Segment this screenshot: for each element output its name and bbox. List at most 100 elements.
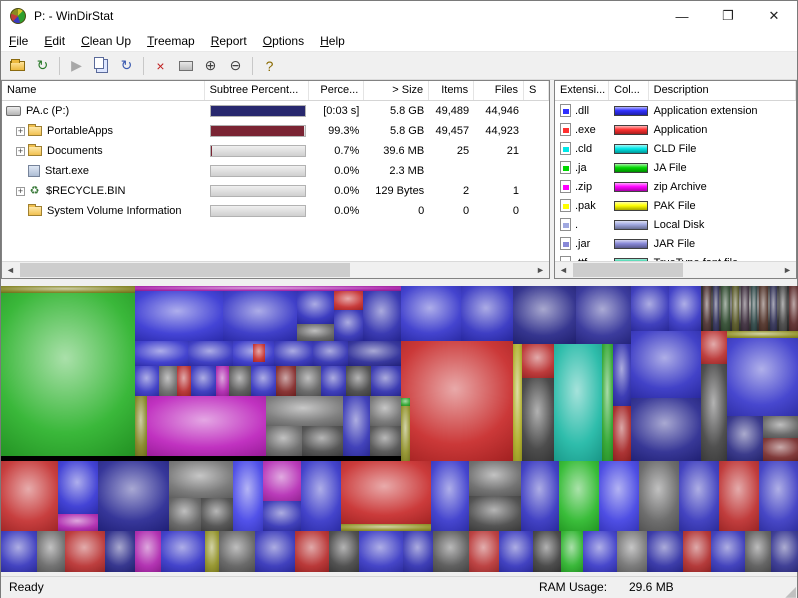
treemap-cell[interactable] bbox=[741, 286, 749, 331]
treemap-cell[interactable] bbox=[639, 461, 679, 531]
tree-header-5[interactable]: Files bbox=[474, 81, 524, 100]
zoom-out-button[interactable]: ⊖ bbox=[223, 54, 248, 78]
treemap-cell[interactable] bbox=[617, 531, 647, 572]
treemap-cell[interactable] bbox=[431, 461, 469, 531]
tree-header-4[interactable]: Items bbox=[429, 81, 474, 100]
treemap-cell[interactable] bbox=[770, 286, 777, 331]
treemap-cell[interactable] bbox=[159, 366, 177, 396]
treemap-cell[interactable] bbox=[363, 291, 401, 341]
treemap-cell[interactable] bbox=[631, 398, 701, 461]
treemap-cell[interactable] bbox=[341, 461, 431, 524]
treemap-cell[interactable] bbox=[732, 286, 739, 331]
treemap-cell[interactable] bbox=[759, 286, 768, 331]
treemap-cell[interactable] bbox=[1, 293, 135, 456]
treemap-cell[interactable] bbox=[513, 286, 576, 344]
treemap-cell[interactable] bbox=[1, 531, 37, 572]
treemap-cell[interactable] bbox=[727, 416, 763, 461]
treemap-cell[interactable] bbox=[701, 364, 727, 461]
treemap-cell[interactable] bbox=[263, 461, 301, 501]
treemap-cell[interactable] bbox=[169, 498, 201, 531]
help-button[interactable]: ? bbox=[257, 54, 282, 78]
scroll-right-icon[interactable]: ► bbox=[532, 262, 549, 278]
treemap-cell[interactable] bbox=[135, 341, 188, 366]
treemap-cell[interactable] bbox=[613, 344, 631, 406]
treemap-cell[interactable] bbox=[370, 426, 401, 456]
treemap-cell[interactable] bbox=[745, 531, 771, 572]
treemap-cell[interactable] bbox=[359, 531, 403, 572]
tree-header-2[interactable]: Perce... bbox=[309, 81, 364, 100]
extension-row[interactable]: .cldCLD File bbox=[555, 139, 796, 158]
treemap-cell[interactable] bbox=[521, 461, 559, 531]
tree-row[interactable]: +♻$RECYCLE.BIN0.0%129 Bytes21 bbox=[2, 181, 549, 201]
scroll-right-icon[interactable]: ► bbox=[779, 262, 796, 278]
treemap-cell[interactable] bbox=[403, 531, 433, 572]
treemap-cell[interactable] bbox=[613, 406, 631, 461]
treemap-cell[interactable] bbox=[647, 531, 683, 572]
treemap-cell[interactable] bbox=[161, 531, 205, 572]
scroll-left-icon[interactable]: ◄ bbox=[555, 262, 572, 278]
treemap-cell[interactable] bbox=[216, 366, 229, 396]
treemap-cell[interactable] bbox=[703, 286, 711, 331]
treemap-cell[interactable] bbox=[295, 531, 329, 572]
treemap-cell[interactable] bbox=[461, 286, 513, 341]
treemap-cell[interactable] bbox=[469, 461, 521, 496]
treemap-cell[interactable] bbox=[296, 366, 321, 396]
menu-item-file[interactable]: File bbox=[1, 31, 36, 52]
treemap-cell[interactable] bbox=[313, 341, 348, 366]
treemap-cell[interactable] bbox=[58, 514, 98, 531]
treemap-cell[interactable] bbox=[255, 531, 295, 572]
tree-header-6[interactable]: S bbox=[524, 81, 549, 100]
expander-icon[interactable]: + bbox=[16, 147, 25, 156]
treemap-cell[interactable] bbox=[201, 498, 233, 531]
treemap-cell[interactable] bbox=[554, 344, 602, 461]
treemap-cell[interactable] bbox=[522, 344, 554, 378]
resize-grip[interactable]: ◢ bbox=[785, 584, 796, 598]
treemap-cell[interactable] bbox=[683, 531, 711, 572]
ext-header-0[interactable]: Extensi... bbox=[555, 81, 609, 100]
treemap-cell[interactable] bbox=[559, 461, 599, 531]
treemap-cell[interactable] bbox=[469, 496, 521, 531]
treemap-cell[interactable] bbox=[266, 396, 343, 426]
treemap-cell[interactable] bbox=[223, 291, 297, 341]
treemap-cell[interactable] bbox=[1, 461, 58, 531]
refresh-selected-button[interactable]: ↻ bbox=[114, 54, 139, 78]
treemap-cell[interactable] bbox=[147, 396, 266, 456]
treemap-cell[interactable] bbox=[58, 461, 98, 514]
treemap-cell[interactable] bbox=[721, 286, 730, 331]
treemap-cell[interactable] bbox=[759, 461, 798, 531]
extension-row[interactable]: .dllApplication extension bbox=[555, 101, 796, 120]
treemap-cell[interactable] bbox=[789, 286, 798, 331]
expander-icon[interactable]: + bbox=[16, 127, 25, 136]
treemap-cell[interactable] bbox=[191, 366, 216, 396]
tree-row[interactable]: +Documents0.7%39.6 MB2521 bbox=[2, 141, 549, 161]
tree-header-1[interactable]: Subtree Percent... bbox=[205, 81, 310, 100]
ext-header-1[interactable]: Col... bbox=[609, 81, 648, 100]
treemap-cell[interactable] bbox=[343, 396, 370, 456]
treemap-cell[interactable] bbox=[469, 531, 499, 572]
treemap-cell[interactable] bbox=[341, 524, 431, 531]
treemap-cell[interactable] bbox=[763, 416, 798, 438]
treemap-cell[interactable] bbox=[219, 531, 255, 572]
treemap-cell[interactable] bbox=[631, 331, 701, 398]
menu-item-options[interactable]: Options bbox=[255, 31, 312, 52]
menu-item-treemap[interactable]: Treemap bbox=[139, 31, 203, 52]
close-button[interactable]: ✕ bbox=[751, 1, 797, 31]
treemap-cell[interactable] bbox=[334, 291, 363, 310]
treemap-cell[interactable] bbox=[334, 310, 363, 341]
treemap-cell[interactable] bbox=[169, 461, 233, 498]
tree-row[interactable]: +PortableApps99.3%5.8 GB49,45744,923 bbox=[2, 121, 549, 141]
expander-icon[interactable]: + bbox=[16, 187, 25, 196]
scrollbar-thumb[interactable] bbox=[573, 263, 683, 277]
treemap-cell[interactable] bbox=[401, 286, 461, 341]
treemap-cell[interactable] bbox=[266, 426, 302, 456]
open-directory-button[interactable] bbox=[5, 54, 30, 78]
treemap-cell[interactable] bbox=[229, 366, 251, 396]
treemap-cell[interactable] bbox=[251, 366, 276, 396]
copy-button[interactable] bbox=[89, 54, 114, 78]
extension-row[interactable]: .pakPAK File bbox=[555, 196, 796, 215]
treemap-cell[interactable] bbox=[751, 286, 757, 331]
treemap-cell[interactable] bbox=[583, 531, 617, 572]
treemap-cell[interactable] bbox=[329, 531, 359, 572]
tree-row[interactable]: System Volume Information0.0%000 bbox=[2, 201, 549, 221]
treemap-cell[interactable] bbox=[401, 341, 513, 461]
